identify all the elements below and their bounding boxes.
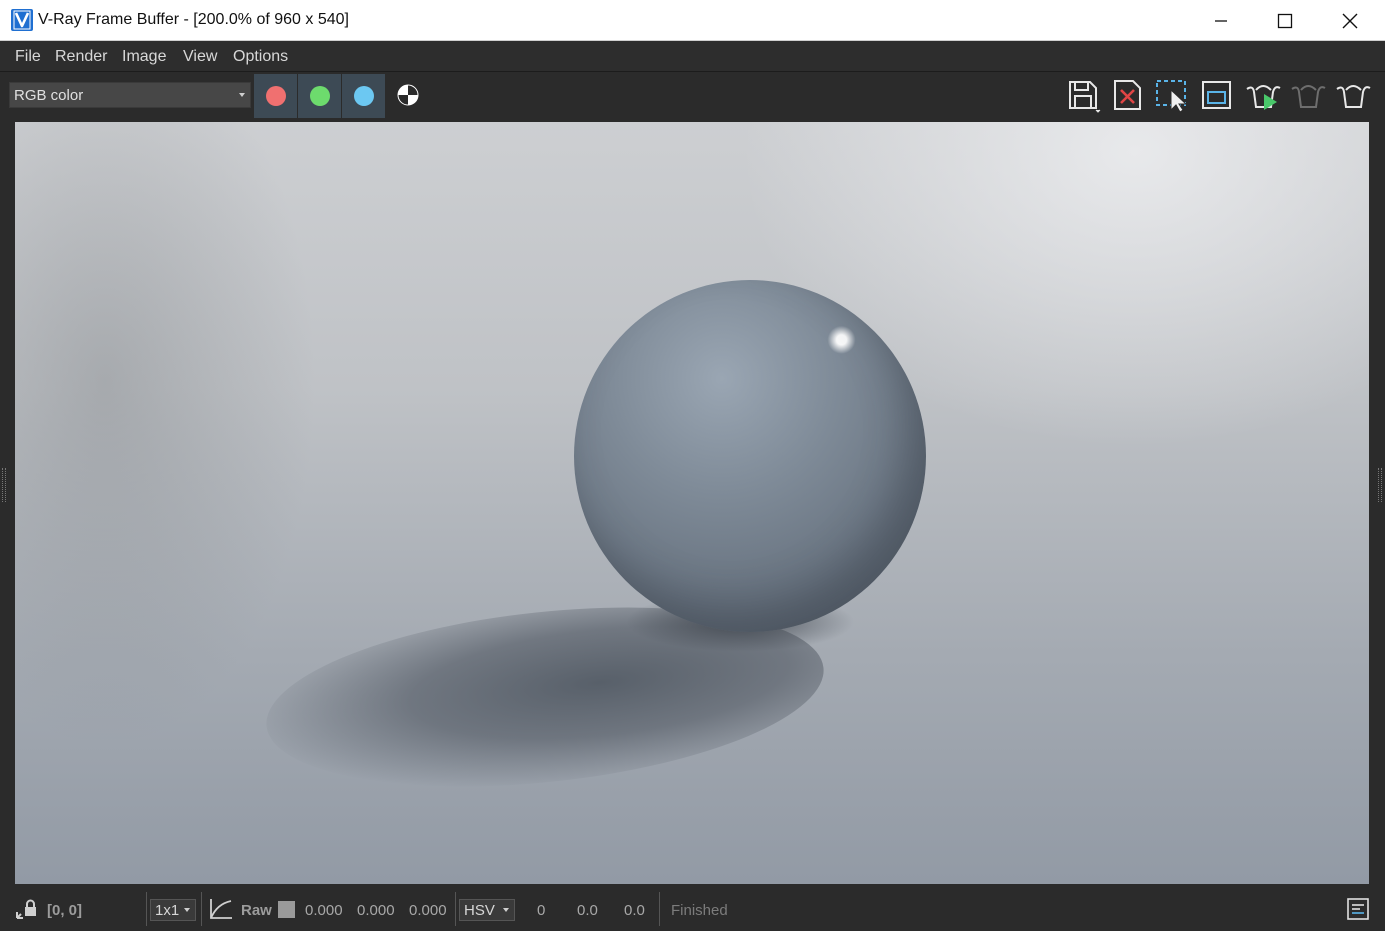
color-curve-icon[interactable] — [207, 896, 235, 922]
sample-size-select[interactable]: 1x1 — [150, 899, 196, 921]
divider — [146, 892, 147, 926]
hsv-value-h: 0 — [537, 902, 546, 919]
clear-image-icon — [1114, 80, 1141, 110]
maximize-button[interactable] — [1253, 0, 1317, 41]
channel-select[interactable]: RGB color — [9, 82, 251, 108]
raw-label: Raw — [241, 902, 272, 919]
divider — [201, 892, 202, 926]
render-status: Finished — [671, 902, 728, 919]
raw-value-g: 0.000 — [357, 902, 395, 919]
lock-cursor-icon[interactable] — [14, 896, 40, 922]
raw-value-r: 0.000 — [305, 902, 343, 919]
monochrome-icon — [397, 84, 419, 106]
render-last-button[interactable] — [1334, 76, 1372, 114]
divider — [455, 892, 456, 926]
menu-file[interactable]: File — [15, 48, 41, 66]
chevron-down-icon — [239, 93, 245, 97]
rendered-sphere — [574, 280, 926, 632]
menu-render[interactable]: Render — [55, 48, 107, 66]
minimize-button[interactable] — [1189, 0, 1253, 41]
close-icon — [1342, 13, 1358, 29]
blue-dot-icon — [354, 86, 374, 106]
color-swatch — [278, 901, 295, 918]
region-render-button[interactable] — [1153, 76, 1191, 114]
color-mode-select[interactable]: HSV — [459, 899, 515, 921]
divider — [659, 892, 660, 926]
pixel-coordinates: [0, 0] — [47, 902, 83, 919]
chevron-down-icon — [184, 908, 190, 912]
monochrome-button[interactable] — [397, 84, 419, 106]
red-channel-button[interactable] — [254, 74, 297, 118]
follow-mouse-button[interactable] — [1198, 76, 1236, 114]
color-mode-value: HSV — [464, 902, 495, 919]
close-button[interactable] — [1318, 0, 1382, 41]
menu-options[interactable]: Options — [233, 48, 288, 66]
minimize-icon — [1215, 20, 1227, 22]
menu-image[interactable]: Image — [122, 48, 166, 66]
window-title: V-Ray Frame Buffer - [200.0% of 960 x 54… — [38, 11, 349, 28]
clear-image-button[interactable] — [1109, 76, 1147, 114]
save-image-icon — [1069, 81, 1101, 113]
left-panel-grip[interactable] — [2, 468, 6, 502]
green-channel-button[interactable] — [298, 74, 341, 118]
menu-view[interactable]: View — [183, 48, 217, 66]
save-image-button[interactable] — [1064, 76, 1102, 114]
region-render-icon — [1156, 80, 1188, 113]
render-button[interactable] — [1244, 76, 1282, 114]
render-icon — [1246, 85, 1281, 110]
follow-mouse-icon — [1202, 81, 1231, 109]
title-bar: V-Ray Frame Buffer - [200.0% of 960 x 54… — [0, 0, 1385, 41]
channel-select-value: RGB color — [14, 87, 84, 104]
chevron-down-icon — [503, 908, 509, 912]
menu-bar: File Render Image View Options — [0, 41, 1385, 72]
maximize-icon — [1277, 13, 1293, 29]
stop-render-icon — [1291, 85, 1326, 108]
hsv-value-s: 0.0 — [577, 902, 598, 919]
hsv-value-v: 0.0 — [624, 902, 645, 919]
panel-toggle-icon[interactable] — [1347, 898, 1369, 920]
red-dot-icon — [266, 86, 286, 106]
render-viewport[interactable] — [15, 122, 1369, 884]
blue-channel-button[interactable] — [342, 74, 385, 118]
stop-render-button[interactable] — [1289, 76, 1327, 114]
raw-value-b: 0.000 — [409, 902, 447, 919]
right-panel-grip[interactable] — [1378, 468, 1382, 502]
sample-size-value: 1x1 — [155, 902, 180, 919]
vray-logo-icon — [11, 9, 33, 31]
green-dot-icon — [310, 86, 330, 106]
render-last-icon — [1336, 85, 1371, 108]
